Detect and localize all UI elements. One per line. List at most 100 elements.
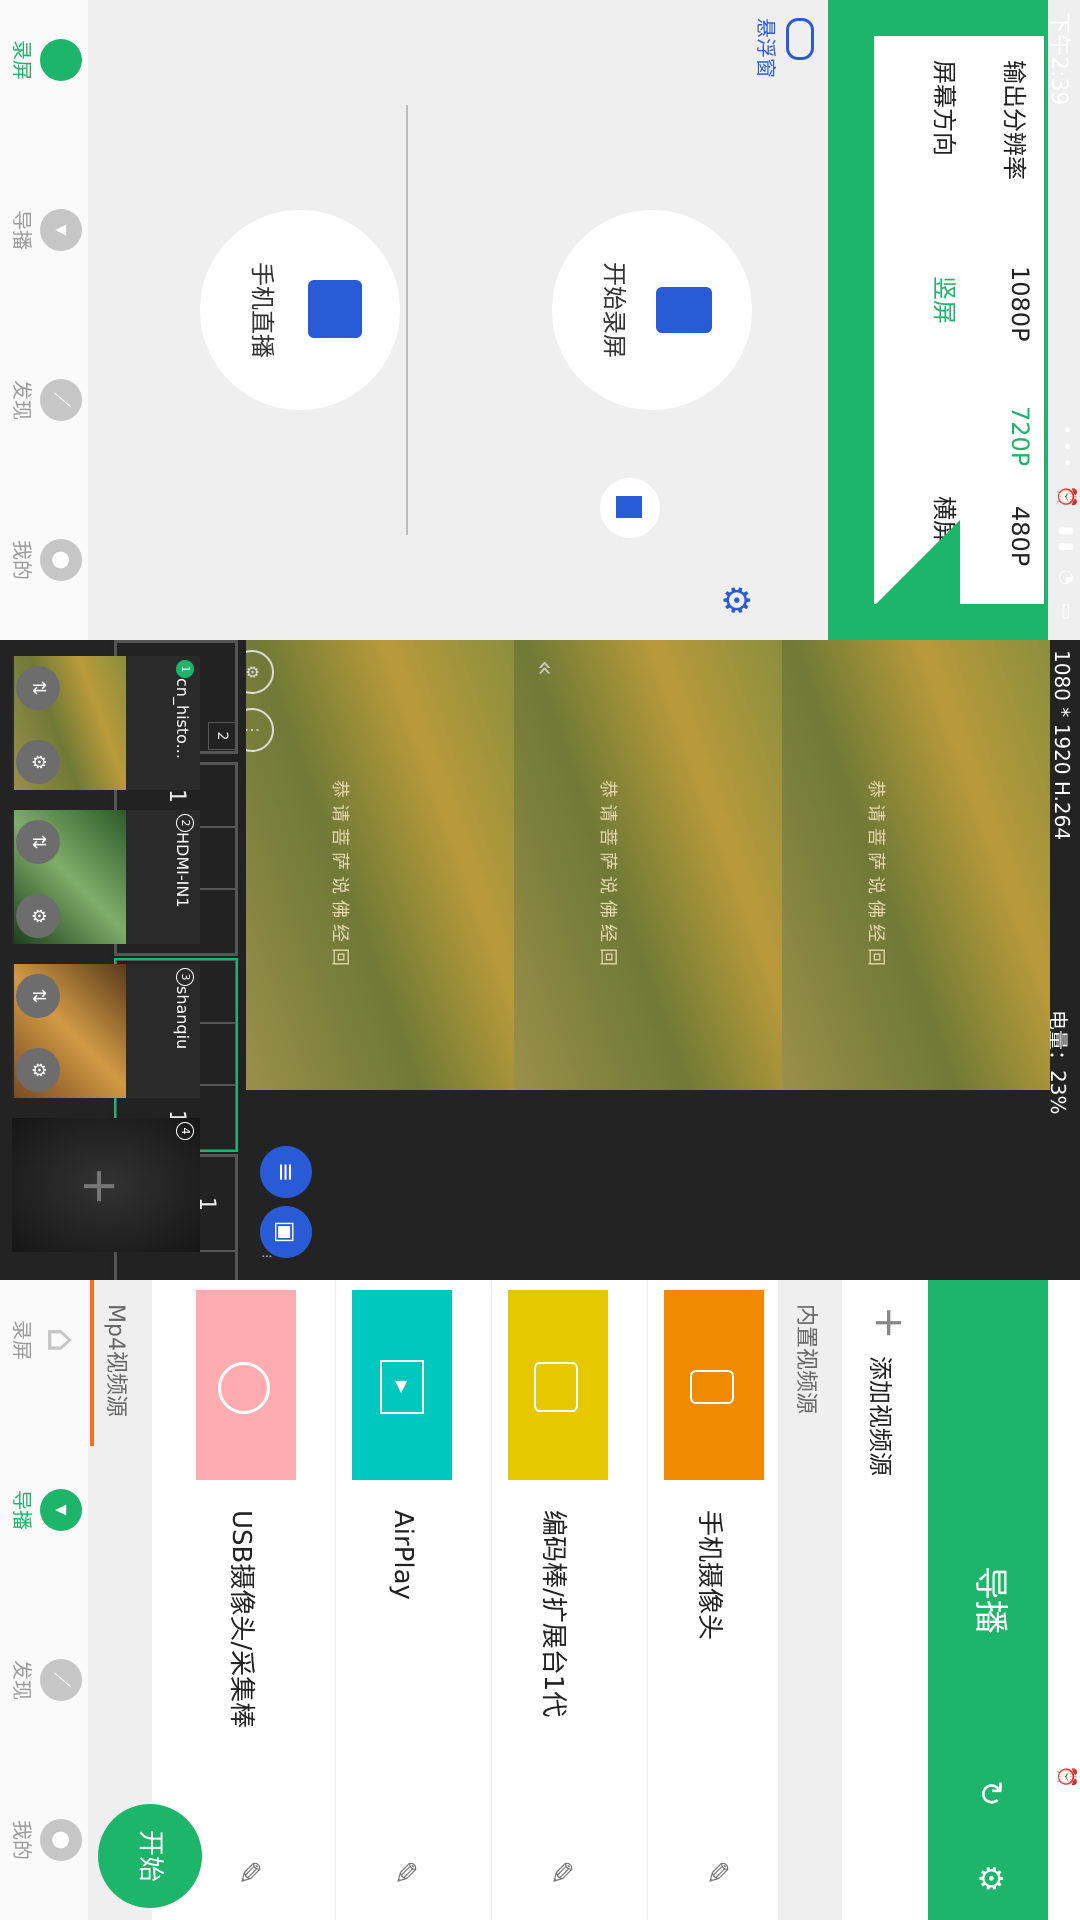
resolution-1080[interactable]: 1080P xyxy=(1006,266,1034,342)
resolution-row: 输出分辨率 1080P 720P 480P xyxy=(984,36,1034,604)
settings-icon[interactable]: ⚙ xyxy=(16,1048,60,1092)
edit-icon[interactable]: ✎ xyxy=(699,1860,734,1885)
home-icon: ⌂ xyxy=(38,1327,84,1353)
status-icons: ••• ⏰ ▮▮ ◔ ▭ xyxy=(1056,424,1077,626)
preview-video-1: 恭请菩萨说佛经回 xyxy=(782,640,1050,1090)
drag-handle[interactable]: ⁝ xyxy=(258,1254,274,1258)
audio-button[interactable]: ≡ xyxy=(260,1146,312,1198)
status-icons: ••• ⏰ ▮▮ ◔ ▭ xyxy=(1056,1704,1077,1906)
home-icon: ⌂ xyxy=(38,39,84,81)
mini-record-button[interactable] xyxy=(600,478,660,538)
source-number: 2 xyxy=(176,814,194,832)
source-row-usb-camera[interactable]: USB摄像头/采集棒 ✎ xyxy=(180,1280,310,1920)
phone-live-button[interactable]: 手机直播 xyxy=(200,210,400,410)
add-source-button[interactable]: + 添加视频源 xyxy=(842,1280,928,1920)
swap-icon[interactable]: ⇅ xyxy=(16,820,60,864)
builtin-section-label: 内置视频源 xyxy=(793,1304,818,1415)
source-number: 1 xyxy=(176,660,194,678)
director-preview-screen: 1080 * 1920 H.264 电量：23% 恭请菩萨说佛经回 恭请菩萨说佛… xyxy=(0,640,1080,1348)
resolution-720[interactable]: 720P xyxy=(1006,406,1034,466)
airplay-icon: ▶ xyxy=(380,1360,424,1414)
source-thumb-2[interactable]: 2 HDMI-IN1 ⇅ ⚙ xyxy=(12,810,200,944)
webcam-icon xyxy=(218,1362,270,1414)
phone-live-label: 手机直播 xyxy=(248,262,276,358)
source-thumb-3[interactable]: 3 shanqiu ⇅ ⚙ xyxy=(12,964,200,1098)
user-icon: ● xyxy=(40,1819,82,1861)
start-record-button[interactable]: 开始录屏 xyxy=(552,210,752,410)
source-label: 手机摄像头 xyxy=(694,1510,724,1641)
source-name: HDMI-IN1 xyxy=(173,832,192,908)
nav-record[interactable]: ⌂ 录屏 xyxy=(9,0,84,120)
settings-card: 输出分辨率 1080P 720P 480P 屏幕方向 竖屏 横屏 xyxy=(874,36,1044,604)
nav-director[interactable]: ▾ 导播 xyxy=(9,1450,82,1570)
status-bar: 下午2:39 ••• ⏰ ▮▮ ◔ ▭ xyxy=(1046,1280,1080,1920)
add-icon: + xyxy=(866,1306,912,1340)
nav-discover-label: 发现 xyxy=(10,1660,34,1700)
video-caption: 恭请菩萨说佛经回 xyxy=(597,780,618,972)
layout-cell: 2 xyxy=(208,722,236,750)
status-time: 下午2:39 xyxy=(1046,12,1071,106)
swap-icon[interactable]: ⇅ xyxy=(16,666,60,710)
image-icon: ▣ xyxy=(272,1220,300,1244)
encoder-icon xyxy=(534,1362,578,1412)
edit-icon[interactable]: ✎ xyxy=(543,1860,578,1885)
settings-icon[interactable]: ⚙ xyxy=(16,894,60,938)
source-number: 4 xyxy=(176,1122,194,1140)
edit-icon[interactable]: ✎ xyxy=(231,1860,266,1885)
collapse-chevron-icon[interactable]: « xyxy=(530,660,560,676)
source-row-encoder[interactable]: 编码棒/扩展台1代 ✎ xyxy=(491,1280,622,1920)
add-icon: + xyxy=(72,1166,128,1207)
play-icon: ▾ xyxy=(40,1489,82,1531)
builtin-section-header: 内置视频源 xyxy=(778,1280,842,1920)
nav-director-label: 导播 xyxy=(10,210,34,250)
card-triangle xyxy=(876,520,960,604)
compass-icon: ⟋ xyxy=(40,1659,82,1701)
nav-record-label: 录屏 xyxy=(10,1320,34,1360)
camera-icon xyxy=(690,1370,734,1404)
settings-gear-icon[interactable]: ⚙ xyxy=(715,584,756,616)
tab-indicator xyxy=(90,1280,94,1446)
encoder-tile xyxy=(508,1290,608,1480)
refresh-icon[interactable]: ↻ xyxy=(972,1780,1010,1807)
equalizer-icon: ≡ xyxy=(272,1161,300,1183)
edit-icon[interactable]: ✎ xyxy=(387,1860,422,1885)
nav-director-label: 导播 xyxy=(10,1490,34,1530)
bottom-nav: ⌂ 录屏 ▾ 导播 ⟋ 发现 ● 我的 xyxy=(0,0,88,640)
nav-mine[interactable]: ● 我的 xyxy=(9,1780,82,1900)
source-name: cn_histo... xyxy=(173,678,192,759)
nav-director[interactable]: ▾ 导播 xyxy=(9,170,82,290)
page-title: 导播 xyxy=(970,1566,1010,1634)
source-row-phone-camera[interactable]: 手机摄像头 ✎ xyxy=(647,1280,778,1920)
video-camera-icon xyxy=(656,287,712,333)
nav-discover-label: 发现 xyxy=(10,380,34,420)
record-screen: 下午2:39 ••• ⏰ ▮▮ ◔ ▭ 录屏 输出分辨率 1080P 720P … xyxy=(0,0,1080,640)
nav-record[interactable]: ⌂ 录屏 xyxy=(9,1280,84,1400)
settings-gear-icon[interactable]: ⚙ xyxy=(972,1864,1010,1893)
camera-icon xyxy=(308,280,362,338)
nav-mine[interactable]: ● 我的 xyxy=(9,500,82,620)
orientation-label: 屏幕方向 xyxy=(930,60,958,156)
small-video-icon xyxy=(616,496,642,518)
source-thumb-4-empty[interactable]: 4 + xyxy=(12,1118,200,1252)
nav-discover[interactable]: ⟋ 发现 xyxy=(9,340,82,460)
source-row-airplay[interactable]: ▶ AirPlay ✎ xyxy=(335,1280,466,1920)
nav-discover[interactable]: ⟋ 发现 xyxy=(9,1620,82,1740)
source-name: shanqiu xyxy=(173,986,192,1050)
orientation-portrait[interactable]: 竖屏 xyxy=(929,276,964,324)
resolution-info: 1080 * 1920 H.264 xyxy=(1050,650,1074,841)
compass-icon: ⟋ xyxy=(40,379,82,421)
nav-record-label: 录屏 xyxy=(10,40,34,80)
float-window-toggle[interactable]: 悬浮窗 xyxy=(753,18,814,138)
nav-mine-label: 我的 xyxy=(10,540,34,580)
add-source-label: 添加视频源 xyxy=(866,1356,894,1476)
preview-video-3: 恭请菩萨说佛经回 xyxy=(246,640,514,1090)
swap-icon[interactable]: ⇅ xyxy=(16,974,60,1018)
start-button[interactable]: 开始 xyxy=(98,1804,202,1908)
resolution-480[interactable]: 480P xyxy=(1006,506,1034,566)
source-thumb-1[interactable]: 1 cn_histo... ⇅ ⚙ xyxy=(12,656,200,790)
settings-icon[interactable]: ⚙ xyxy=(16,740,60,784)
image-button[interactable]: ▣ xyxy=(260,1206,312,1258)
orientation-row: 屏幕方向 竖屏 横屏 xyxy=(914,36,964,604)
usb-camera-tile xyxy=(196,1290,296,1480)
source-label: 编码棒/扩展台1代 xyxy=(538,1510,568,1718)
